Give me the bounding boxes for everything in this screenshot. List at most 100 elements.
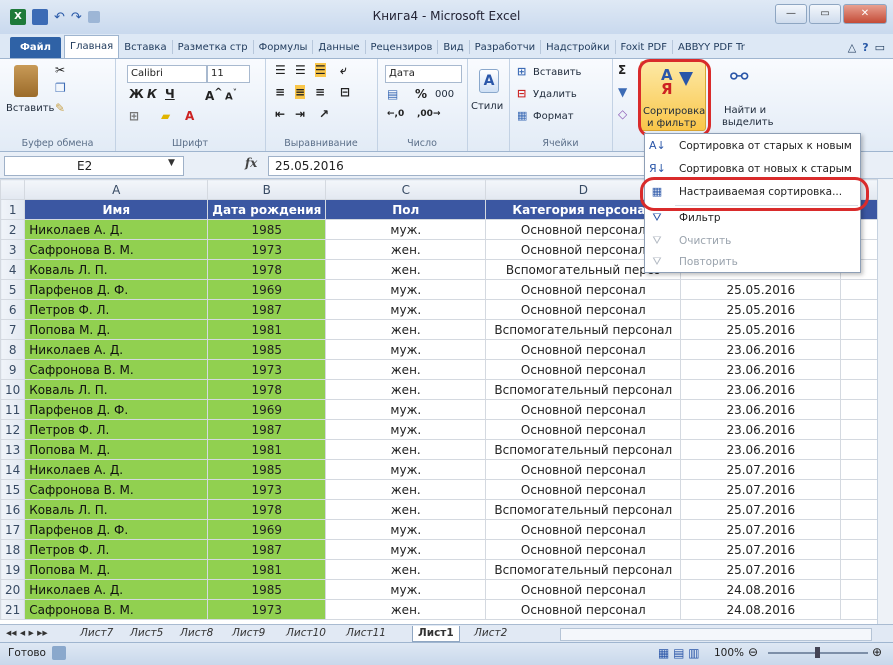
cell-name[interactable]: Парфенов Д. Ф.	[24, 519, 209, 540]
cell-category[interactable]: Основной персонал	[485, 359, 682, 380]
font-color-icon[interactable]: A	[185, 109, 194, 123]
row-header[interactable]: 20	[0, 579, 26, 600]
number-format-combo[interactable]: Дата	[385, 65, 462, 83]
bold-button[interactable]: Ж	[129, 87, 144, 101]
cell-name[interactable]: Николаев А. Д.	[24, 219, 209, 240]
row-header[interactable]: 12	[0, 419, 26, 440]
cell-category[interactable]: Вспомогательный персонал	[485, 559, 682, 580]
insert-cells-button[interactable]: Вставить	[533, 67, 581, 78]
row-header[interactable]: 16	[0, 499, 26, 520]
name-box[interactable]: E2	[4, 156, 184, 176]
cell-date[interactable]: 23.06.2016	[680, 339, 842, 360]
zoom-level[interactable]: 100%	[714, 647, 744, 659]
row-header[interactable]: 17	[0, 519, 26, 540]
row-header[interactable]: 5	[0, 279, 26, 300]
sheet-tab-2[interactable]: Лист2	[474, 626, 507, 641]
cell-date[interactable]: 23.06.2016	[680, 379, 842, 400]
cell-name[interactable]: Николаев А. Д.	[24, 579, 209, 600]
copy-icon[interactable]: ❐	[55, 81, 66, 95]
cell-name[interactable]: Петров Ф. Л.	[24, 419, 209, 440]
view-buttons[interactable]: ▦ ▤ ▥	[658, 646, 700, 660]
cell-f[interactable]	[840, 379, 882, 400]
cell-category[interactable]: Вспомогательный персонал	[485, 439, 682, 460]
decrease-decimal-icon[interactable]: ,00→	[417, 109, 440, 119]
tab-insert[interactable]: Вставка	[119, 37, 171, 58]
align-center-icon[interactable]: ≡	[295, 85, 306, 99]
formula-input[interactable]: 25.05.2016	[268, 156, 671, 176]
fill-color-icon[interactable]: ▰	[161, 109, 170, 123]
cell-date[interactable]: 25.07.2016	[680, 459, 842, 480]
cell-category[interactable]: Основной персонал	[485, 599, 682, 620]
cell-sex[interactable]: жен.	[325, 439, 487, 460]
cell-f[interactable]	[840, 459, 882, 480]
cell-birth-year[interactable]: 1985	[207, 579, 327, 600]
wrap-text-icon[interactable]: ⤶	[340, 63, 347, 78]
cell-date[interactable]: 25.05.2016	[680, 299, 842, 320]
cell-category[interactable]: Вспомогательный персонал	[485, 499, 682, 520]
cell-date[interactable]: 25.07.2016	[680, 519, 842, 540]
fill-icon[interactable]: ▼	[618, 85, 627, 99]
cell-category[interactable]: Основной персонал	[485, 299, 682, 320]
row-header[interactable]: 8	[0, 339, 26, 360]
cell-category[interactable]: Основной персонал	[485, 419, 682, 440]
delete-cells-button[interactable]: Удалить	[533, 89, 577, 100]
cell-f[interactable]	[840, 599, 882, 620]
cell-birth-year[interactable]: 1978	[207, 499, 327, 520]
row-header[interactable]: 4	[0, 259, 26, 280]
cell-sex[interactable]: муж.	[325, 459, 487, 480]
cell-name[interactable]: Сафронова В. М.	[24, 479, 209, 500]
cell-birth-year[interactable]: 1981	[207, 319, 327, 340]
row-header[interactable]: 6	[0, 299, 26, 320]
align-top-icon[interactable]: ☰	[275, 63, 286, 77]
menu-item-clear[interactable]: ⛛ Очистить	[645, 230, 860, 252]
align-left-icon[interactable]: ≡	[275, 85, 285, 99]
cell-sex[interactable]: жен.	[325, 479, 487, 500]
cell-birth-year[interactable]: 1985	[207, 339, 327, 360]
cell-category[interactable]: Основной персонал	[485, 579, 682, 600]
tab-data[interactable]: Данные	[313, 37, 364, 58]
cell-sex[interactable]: муж.	[325, 219, 487, 240]
row-header[interactable]: 9	[0, 359, 26, 380]
vertical-scrollbar[interactable]	[877, 179, 893, 624]
clear-icon[interactable]: ◇	[618, 107, 627, 121]
paste-icon[interactable]	[14, 65, 38, 97]
delete-cells-icon[interactable]: ⊟	[517, 87, 526, 100]
row-header[interactable]: 10	[0, 379, 26, 400]
cell-date[interactable]: 23.06.2016	[680, 439, 842, 460]
decrease-indent-icon[interactable]: ⇤	[275, 107, 285, 121]
cell-sex[interactable]: жен.	[325, 359, 487, 380]
cell-birth-year[interactable]: 1985	[207, 459, 327, 480]
cell-category[interactable]: Основной персонал	[485, 479, 682, 500]
cell-category[interactable]: Основной персонал	[485, 339, 682, 360]
macro-record-icon[interactable]	[52, 646, 66, 660]
help-icon[interactable]: ?	[862, 41, 868, 54]
row-header[interactable]: 15	[0, 479, 26, 500]
cell-sex[interactable]: муж.	[325, 539, 487, 560]
row-header[interactable]: 19	[0, 559, 26, 580]
format-painter-icon[interactable]: ✎	[55, 101, 65, 115]
orientation-icon[interactable]: ↗	[319, 107, 329, 121]
format-cells-button[interactable]: Формат	[533, 111, 574, 122]
cell-f[interactable]	[840, 579, 882, 600]
sheet-tab-8[interactable]: Лист8	[180, 626, 213, 641]
cell-sex[interactable]: жен.	[325, 319, 487, 340]
cell-sex[interactable]: муж.	[325, 279, 487, 300]
italic-button[interactable]: К	[147, 87, 157, 101]
cell-sex[interactable]: муж.	[325, 399, 487, 420]
row-header[interactable]: 13	[0, 439, 26, 460]
merge-icon[interactable]: ⊟	[340, 85, 350, 99]
sheet-tab-10[interactable]: Лист10	[286, 626, 326, 641]
cell-birth-year[interactable]: 1969	[207, 519, 327, 540]
cell-sex[interactable]: жен.	[325, 259, 487, 280]
cell-birth-year[interactable]: 1987	[207, 539, 327, 560]
tab-formulas[interactable]: Формулы	[254, 37, 313, 58]
cell-birth-year[interactable]: 1973	[207, 359, 327, 380]
row-header[interactable]: 18	[0, 539, 26, 560]
cell-category[interactable]: Вспомогательный персонал	[485, 319, 682, 340]
column-header-c[interactable]: C	[325, 179, 487, 200]
cell-sex[interactable]: муж.	[325, 339, 487, 360]
align-right-icon[interactable]: ≡	[315, 85, 325, 99]
zoom-out-icon[interactable]: ⊖	[748, 645, 758, 659]
tab-home[interactable]: Главная	[64, 35, 120, 58]
cell-category[interactable]: Основной персонал	[485, 519, 682, 540]
